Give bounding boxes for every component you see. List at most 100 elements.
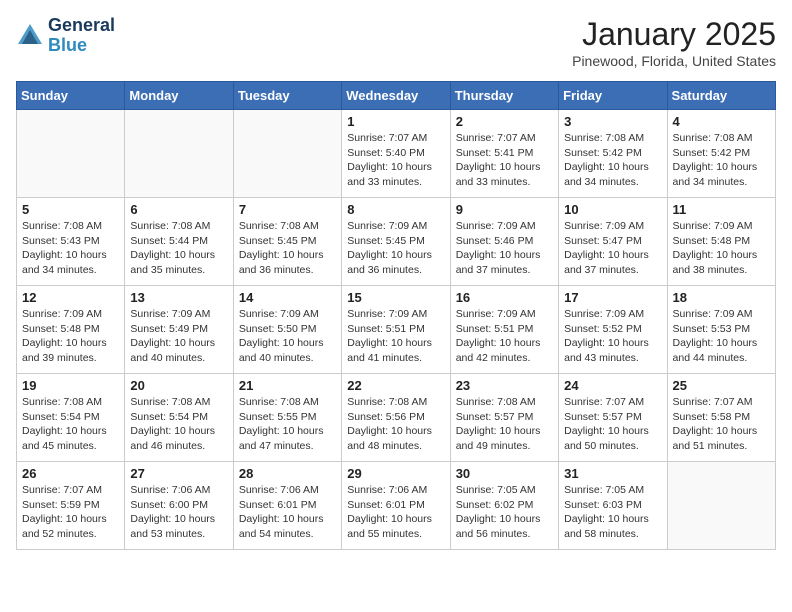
- day-info: Sunrise: 7:09 AMSunset: 5:45 PMDaylight:…: [347, 219, 444, 278]
- day-info: Sunrise: 7:05 AMSunset: 6:03 PMDaylight:…: [564, 483, 661, 542]
- calendar-cell: [233, 110, 341, 198]
- calendar-cell: 24Sunrise: 7:07 AMSunset: 5:57 PMDayligh…: [559, 374, 667, 462]
- day-info: Sunrise: 7:08 AMSunset: 5:54 PMDaylight:…: [22, 395, 119, 454]
- day-number: 19: [22, 378, 119, 393]
- week-row-2: 5 Sunrise: 7:08 AMSunset: 5:43 PMDaylight…: [17, 198, 776, 286]
- calendar-cell: 9 Sunrise: 7:09 AMSunset: 5:46 PMDaylight…: [450, 198, 558, 286]
- logo-icon: [16, 22, 44, 50]
- calendar-cell: [125, 110, 233, 198]
- day-info: Sunrise: 7:08 AMSunset: 5:42 PMDaylight:…: [564, 131, 661, 190]
- header-friday: Friday: [559, 82, 667, 110]
- calendar-cell: 15 Sunrise: 7:09 AMSunset: 5:51 PMDayligh…: [342, 286, 450, 374]
- day-info: Sunrise: 7:07 AMSunset: 5:59 PMDaylight:…: [22, 483, 119, 542]
- month-title: January 2025: [572, 16, 776, 53]
- calendar-cell: 2Sunrise: 7:07 AMSunset: 5:41 PMDaylight…: [450, 110, 558, 198]
- calendar-cell: 12Sunrise: 7:09 AMSunset: 5:48 PMDayligh…: [17, 286, 125, 374]
- day-number: 25: [673, 378, 770, 393]
- calendar-cell: 5 Sunrise: 7:08 AMSunset: 5:43 PMDaylight…: [17, 198, 125, 286]
- calendar-cell: [17, 110, 125, 198]
- day-info: Sunrise: 7:07 AMSunset: 5:40 PMDaylight:…: [347, 131, 444, 190]
- day-number: 22: [347, 378, 444, 393]
- header-thursday: Thursday: [450, 82, 558, 110]
- day-number: 21: [239, 378, 336, 393]
- calendar-cell: 20Sunrise: 7:08 AMSunset: 5:54 PMDayligh…: [125, 374, 233, 462]
- day-info: Sunrise: 7:05 AMSunset: 6:02 PMDaylight:…: [456, 483, 553, 542]
- logo-text: GeneralBlue: [48, 16, 115, 56]
- day-info: Sunrise: 7:08 AMSunset: 5:54 PMDaylight:…: [130, 395, 227, 454]
- day-number: 1: [347, 114, 444, 129]
- day-number: 29: [347, 466, 444, 481]
- day-number: 31: [564, 466, 661, 481]
- day-number: 11: [673, 202, 770, 217]
- calendar-cell: 31 Sunrise: 7:05 AMSunset: 6:03 PMDayligh…: [559, 462, 667, 550]
- calendar-cell: 13 Sunrise: 7:09 AMSunset: 5:49 PMDayligh…: [125, 286, 233, 374]
- day-number: 30: [456, 466, 553, 481]
- week-row-1: 1 Sunrise: 7:07 AMSunset: 5:40 PMDaylight…: [17, 110, 776, 198]
- day-number: 23: [456, 378, 553, 393]
- day-number: 3: [564, 114, 661, 129]
- calendar-cell: 14 Sunrise: 7:09 AMSunset: 5:50 PMDayligh…: [233, 286, 341, 374]
- day-info: Sunrise: 7:09 AMSunset: 5:48 PMDaylight:…: [673, 219, 770, 278]
- day-info: Sunrise: 7:06 AMSunset: 6:01 PMDaylight:…: [347, 483, 444, 542]
- day-info: Sunrise: 7:08 AMSunset: 5:43 PMDaylight:…: [22, 219, 119, 278]
- header-monday: Monday: [125, 82, 233, 110]
- day-info: Sunrise: 7:08 AMSunset: 5:56 PMDaylight:…: [347, 395, 444, 454]
- day-number: 14: [239, 290, 336, 305]
- day-info: Sunrise: 7:08 AMSunset: 5:44 PMDaylight:…: [130, 219, 227, 278]
- calendar-cell: 3 Sunrise: 7:08 AMSunset: 5:42 PMDaylight…: [559, 110, 667, 198]
- day-number: 9: [456, 202, 553, 217]
- day-info: Sunrise: 7:09 AMSunset: 5:48 PMDaylight:…: [22, 307, 119, 366]
- day-info: Sunrise: 7:07 AMSunset: 5:41 PMDaylight:…: [456, 131, 553, 190]
- day-info: Sunrise: 7:06 AMSunset: 6:00 PMDaylight:…: [130, 483, 227, 542]
- day-info: Sunrise: 7:08 AMSunset: 5:45 PMDaylight:…: [239, 219, 336, 278]
- day-info: Sunrise: 7:08 AMSunset: 5:57 PMDaylight:…: [456, 395, 553, 454]
- day-number: 8: [347, 202, 444, 217]
- day-number: 28: [239, 466, 336, 481]
- calendar-cell: 11 Sunrise: 7:09 AMSunset: 5:48 PMDayligh…: [667, 198, 775, 286]
- calendar-cell: 23 Sunrise: 7:08 AMSunset: 5:57 PMDayligh…: [450, 374, 558, 462]
- calendar-cell: 10Sunrise: 7:09 AMSunset: 5:47 PMDayligh…: [559, 198, 667, 286]
- calendar-cell: 26Sunrise: 7:07 AMSunset: 5:59 PMDayligh…: [17, 462, 125, 550]
- week-row-4: 19 Sunrise: 7:08 AMSunset: 5:54 PMDayligh…: [17, 374, 776, 462]
- day-info: Sunrise: 7:09 AMSunset: 5:51 PMDaylight:…: [347, 307, 444, 366]
- calendar-cell: [667, 462, 775, 550]
- day-number: 15: [347, 290, 444, 305]
- day-info: Sunrise: 7:06 AMSunset: 6:01 PMDaylight:…: [239, 483, 336, 542]
- calendar-cell: 22 Sunrise: 7:08 AMSunset: 5:56 PMDayligh…: [342, 374, 450, 462]
- day-info: Sunrise: 7:09 AMSunset: 5:50 PMDaylight:…: [239, 307, 336, 366]
- calendar-cell: 6 Sunrise: 7:08 AMSunset: 5:44 PMDaylight…: [125, 198, 233, 286]
- calendar-cell: 16Sunrise: 7:09 AMSunset: 5:51 PMDayligh…: [450, 286, 558, 374]
- header-sunday: Sunday: [17, 82, 125, 110]
- calendar-cell: 7Sunrise: 7:08 AMSunset: 5:45 PMDaylight…: [233, 198, 341, 286]
- day-info: Sunrise: 7:09 AMSunset: 5:53 PMDaylight:…: [673, 307, 770, 366]
- day-number: 24: [564, 378, 661, 393]
- day-info: Sunrise: 7:09 AMSunset: 5:49 PMDaylight:…: [130, 307, 227, 366]
- day-info: Sunrise: 7:09 AMSunset: 5:46 PMDaylight:…: [456, 219, 553, 278]
- calendar-cell: 29 Sunrise: 7:06 AMSunset: 6:01 PMDayligh…: [342, 462, 450, 550]
- calendar-cell: 28 Sunrise: 7:06 AMSunset: 6:01 PMDayligh…: [233, 462, 341, 550]
- day-info: Sunrise: 7:08 AMSunset: 5:42 PMDaylight:…: [673, 131, 770, 190]
- day-number: 13: [130, 290, 227, 305]
- calendar-cell: 30 Sunrise: 7:05 AMSunset: 6:02 PMDayligh…: [450, 462, 558, 550]
- calendar-cell: 21 Sunrise: 7:08 AMSunset: 5:55 PMDayligh…: [233, 374, 341, 462]
- day-info: Sunrise: 7:09 AMSunset: 5:52 PMDaylight:…: [564, 307, 661, 366]
- calendar-header-row: SundayMondayTuesdayWednesdayThursdayFrid…: [17, 82, 776, 110]
- header-saturday: Saturday: [667, 82, 775, 110]
- page-header: GeneralBlue January 2025 Pinewood, Flori…: [16, 16, 776, 69]
- day-number: 17: [564, 290, 661, 305]
- calendar-cell: 17 Sunrise: 7:09 AMSunset: 5:52 PMDayligh…: [559, 286, 667, 374]
- day-number: 5: [22, 202, 119, 217]
- day-number: 6: [130, 202, 227, 217]
- day-info: Sunrise: 7:08 AMSunset: 5:55 PMDaylight:…: [239, 395, 336, 454]
- logo: GeneralBlue: [16, 16, 115, 56]
- calendar-cell: 8 Sunrise: 7:09 AMSunset: 5:45 PMDaylight…: [342, 198, 450, 286]
- calendar-cell: 25Sunrise: 7:07 AMSunset: 5:58 PMDayligh…: [667, 374, 775, 462]
- day-number: 10: [564, 202, 661, 217]
- day-number: 18: [673, 290, 770, 305]
- day-info: Sunrise: 7:09 AMSunset: 5:51 PMDaylight:…: [456, 307, 553, 366]
- week-row-5: 26Sunrise: 7:07 AMSunset: 5:59 PMDayligh…: [17, 462, 776, 550]
- calendar-cell: 1 Sunrise: 7:07 AMSunset: 5:40 PMDaylight…: [342, 110, 450, 198]
- location: Pinewood, Florida, United States: [572, 53, 776, 69]
- calendar-table: SundayMondayTuesdayWednesdayThursdayFrid…: [16, 81, 776, 550]
- calendar-cell: 19 Sunrise: 7:08 AMSunset: 5:54 PMDayligh…: [17, 374, 125, 462]
